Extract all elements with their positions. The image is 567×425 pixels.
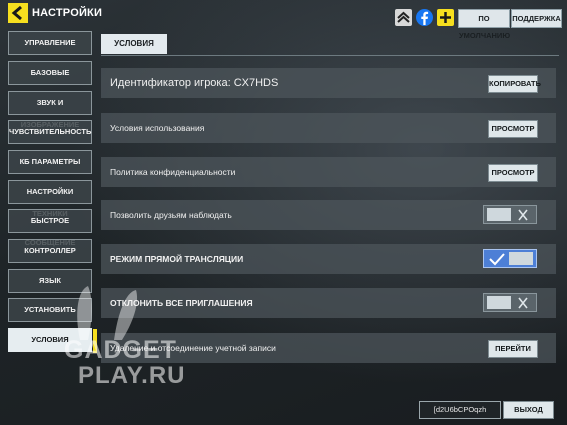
sidebar-item-vehicle-settings[interactable]: НАСТРОЙКИ ТЕХНИКИ: [8, 180, 92, 218]
sidebar-item-audio-graphics[interactable]: ЗВУК И ИЗОБРАЖЕНИЕ: [8, 91, 92, 129]
cross-icon: [518, 297, 528, 309]
tab-terms[interactable]: УСЛОВИЯ: [101, 34, 167, 54]
decline-invites-toggle[interactable]: [483, 293, 537, 312]
page-title: НАСТРОЙКИ: [32, 7, 103, 19]
plus-icon[interactable]: [437, 9, 454, 26]
support-button[interactable]: ПОДДЕРЖКА: [511, 9, 562, 28]
cross-icon: [518, 209, 528, 221]
streamer-mode-toggle[interactable]: [483, 249, 537, 268]
sidebar-item-basic[interactable]: БАЗОВЫЕ: [8, 61, 92, 85]
check-icon: [489, 253, 505, 266]
sidebar-item-sensitivity[interactable]: ЧУВСТВИТЕЛЬНОСТЬ: [8, 120, 92, 144]
facebook-icon[interactable]: [416, 9, 433, 26]
tab-divider: [101, 55, 559, 56]
streamer-mode-row: РЕЖИМ ПРЯМОЙ ТРАНСЛЯЦИИ: [101, 244, 556, 274]
streamer-mode-label: РЕЖИМ ПРЯМОЙ ТРАНСЛЯЦИИ: [110, 254, 244, 264]
privacy-policy-row: Политика конфиденциальности ПРОСМОТР: [101, 157, 556, 187]
player-id-row: Идентификатор игрока: CX7HDS КОПИРОВАТЬ: [101, 68, 556, 98]
top-bar: НАСТРОЙКИ ПО УМОЛЧАНИЮ ПОДДЕРЖКА: [0, 0, 567, 40]
back-button[interactable]: [8, 3, 28, 23]
toggle-knob: [487, 208, 511, 221]
watermark: GADGET PLAY.RU: [22, 282, 192, 392]
copy-button[interactable]: КОПИРОВАТЬ: [488, 75, 541, 93]
terms-of-use-row: Условия использования ПРОСМОТР: [101, 113, 556, 143]
sidebar-item-controls[interactable]: УПРАВЛЕНИЕ: [8, 31, 92, 55]
terms-of-use-label: Условия использования: [110, 123, 205, 133]
back-arrow-icon: [11, 5, 22, 21]
player-id-label: Идентификатор игрока: CX7HDS: [110, 77, 279, 89]
view-privacy-button[interactable]: ПРОСМОТР: [488, 164, 538, 182]
session-id-field: [d2U6bCPOqzh: [419, 401, 501, 419]
bunny-logo-icon: [77, 286, 138, 340]
go-to-delete-button[interactable]: ПЕРЕЙТИ: [488, 340, 538, 358]
watermark-line-2: PLAY.RU: [78, 362, 186, 389]
exit-button[interactable]: ВЫХОД: [503, 401, 554, 419]
sidebar-item-kb-parameters[interactable]: КБ ПАРАМЕТРЫ: [8, 150, 92, 174]
view-terms-button[interactable]: ПРОСМОТР: [488, 120, 538, 138]
friends-spectate-toggle[interactable]: [483, 205, 537, 224]
sidebar-item-quick-message[interactable]: БЫСТРОЕ СООБЩЕНИЕ: [8, 209, 92, 247]
friends-spectate-label: Позволить друзьям наблюдать: [110, 210, 232, 220]
watermark-line-1: GADGET: [64, 336, 177, 364]
toggle-knob: [509, 252, 533, 265]
rank-icon[interactable]: [395, 9, 412, 26]
sidebar-item-controller[interactable]: КОНТРОЛЛЕР: [8, 239, 92, 263]
privacy-policy-label: Политика конфиденциальности: [110, 167, 236, 177]
default-button[interactable]: ПО УМОЛЧАНИЮ: [458, 9, 510, 40]
toggle-knob: [487, 296, 511, 309]
friends-spectate-row: Позволить друзьям наблюдать: [101, 200, 556, 230]
